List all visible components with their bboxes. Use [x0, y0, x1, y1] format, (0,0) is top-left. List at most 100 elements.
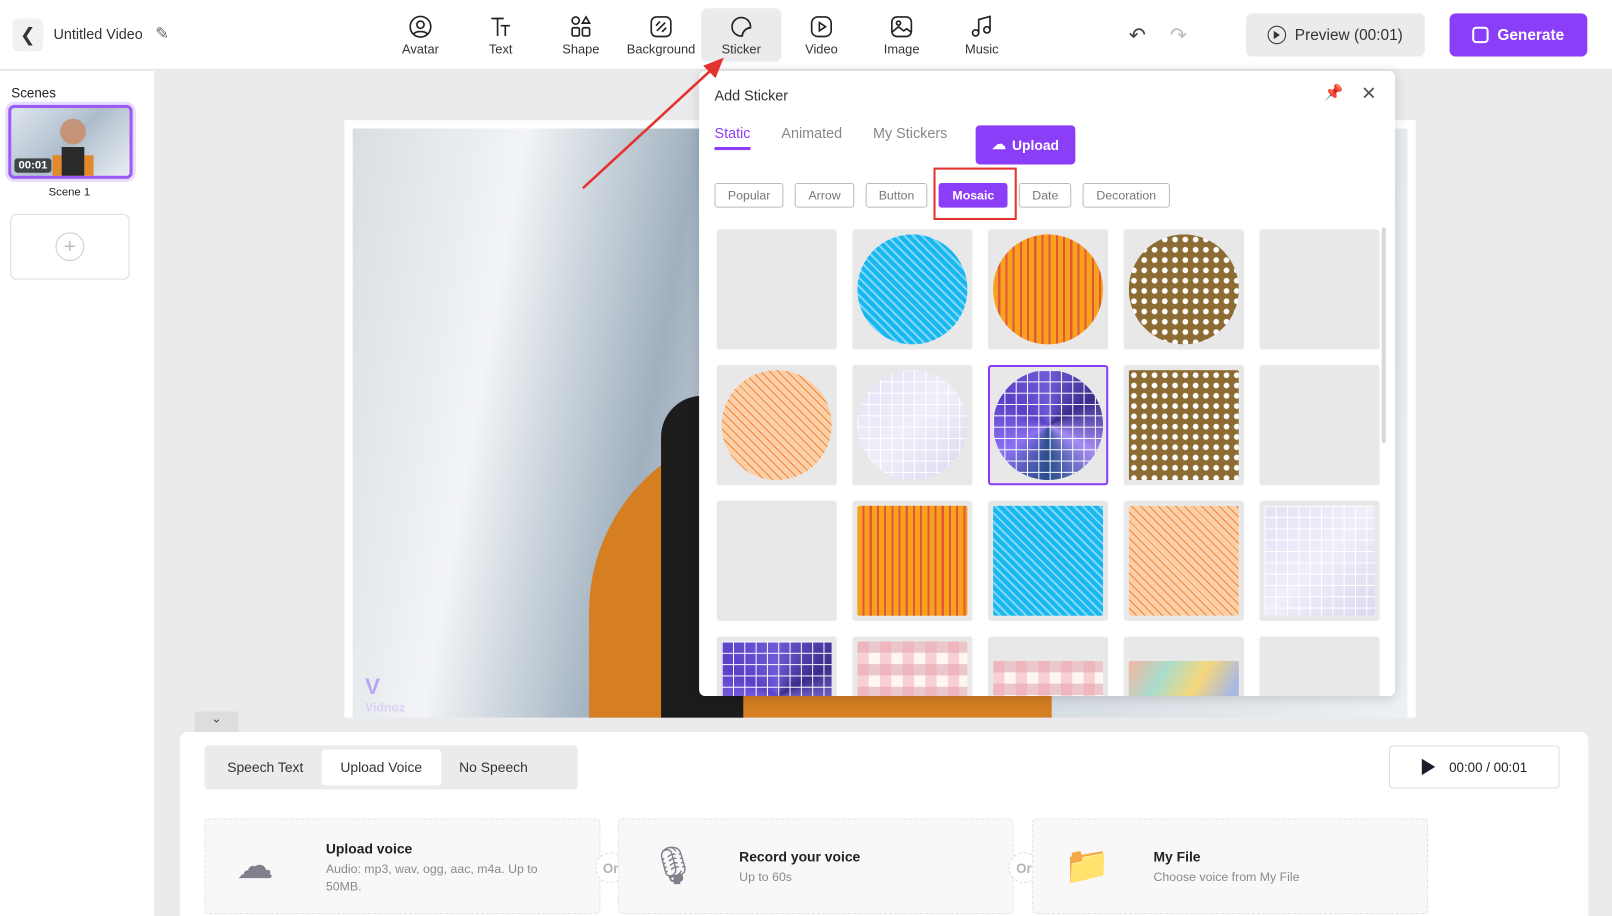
tab-no-speech[interactable]: No Speech: [441, 749, 547, 785]
text-icon: [491, 17, 510, 36]
sticker-icon: [731, 16, 752, 37]
sticker-item[interactable]: [1123, 229, 1244, 350]
sticker-item[interactable]: [1123, 500, 1244, 621]
option-title: Record your voice: [739, 849, 861, 865]
sticker-item[interactable]: [852, 636, 973, 696]
chevron-left-icon: ❮: [19, 24, 36, 45]
chip-arrow[interactable]: Arrow: [795, 182, 855, 208]
sticker-item[interactable]: [1259, 364, 1380, 486]
sticker-item[interactable]: [716, 364, 837, 486]
chip-date[interactable]: Date: [1018, 182, 1072, 208]
add-scene-button[interactable]: +: [10, 213, 130, 280]
pin-icon[interactable]: 📌: [1324, 83, 1343, 101]
sticker-pattern: [857, 234, 968, 345]
video-icon: [810, 15, 833, 37]
sticker-pattern: [993, 661, 1104, 696]
redo-icon[interactable]: ↷: [1170, 23, 1187, 49]
tool-shape[interactable]: Shape: [541, 8, 621, 61]
scrollbar[interactable]: [1381, 227, 1386, 444]
scene-thumbnail[interactable]: 00:01: [8, 104, 133, 179]
tool-avatar[interactable]: Avatar: [380, 8, 460, 61]
sticker-item[interactable]: [1123, 364, 1244, 486]
tab-upload-voice[interactable]: Upload Voice: [321, 749, 441, 786]
tool-sticker[interactable]: Sticker: [701, 8, 782, 62]
sticker-grid: [716, 229, 1381, 696]
option-title: Upload voice: [325, 840, 413, 857]
undo-icon[interactable]: ↶: [1129, 23, 1146, 49]
option-desc: Audio: mp3, wav, ogg, aac, m4a. Up to 50…: [325, 861, 538, 894]
sticker-pattern: [1128, 505, 1239, 616]
tool-label: Shape: [562, 41, 600, 57]
option-desc: Choose voice from My File: [1153, 869, 1300, 885]
generate-icon: [1472, 26, 1490, 44]
watermark-logo: V Vidnoz: [364, 673, 406, 715]
top-bar: ❮ Untitled Video ✎ Avatar Text Shape Bac…: [0, 0, 1612, 70]
sticker-pattern: [857, 505, 968, 616]
microphone-icon: 🎙: [649, 844, 697, 887]
sticker-pattern: [722, 234, 832, 344]
tool-background[interactable]: Background: [621, 8, 701, 61]
cloud-upload-icon: ☁: [991, 136, 1006, 153]
scenes-sidebar: Scenes 00:01 Scene 1 +: [0, 70, 156, 916]
tab-speech-text[interactable]: Speech Text: [209, 749, 322, 785]
sticker-item[interactable]: [1123, 636, 1244, 696]
scene-name: Scene 1: [48, 186, 91, 199]
sticker-item[interactable]: [852, 229, 973, 350]
option-title: My File: [1153, 849, 1201, 865]
tool-text[interactable]: Text: [461, 8, 541, 61]
sticker-pattern: [1128, 370, 1239, 481]
voice-panel: Speech Text Upload Voice No Speech 00:00…: [179, 731, 1589, 916]
sticker-item[interactable]: [987, 636, 1109, 696]
sticker-item[interactable]: [1259, 500, 1380, 621]
sticker-item[interactable]: [852, 364, 973, 486]
video-title[interactable]: Untitled Video: [53, 26, 142, 42]
speech-tabs: Speech Text Upload Voice No Speech: [204, 745, 578, 790]
audio-play-button[interactable]: 00:00 / 00:01: [1388, 745, 1560, 789]
chip-button[interactable]: Button: [865, 182, 928, 208]
sticker-pattern: [1128, 661, 1239, 696]
back-button[interactable]: ❮: [12, 18, 44, 52]
tool-music[interactable]: Music: [942, 8, 1022, 61]
toolbar: Avatar Text Shape Background Sticker Vid…: [380, 8, 1022, 62]
editor: ❮ Untitled Video ✎ Avatar Text Shape Bac…: [0, 0, 1612, 916]
sticker-item[interactable]: [716, 229, 837, 350]
plus-icon: +: [55, 232, 85, 262]
tool-video[interactable]: Video: [781, 8, 861, 61]
sticker-item[interactable]: [1259, 229, 1380, 350]
avatar-icon: [409, 15, 432, 38]
chip-decoration[interactable]: Decoration: [1083, 182, 1170, 208]
record-voice-option[interactable]: 🎙 Record your voice Up to 60s: [617, 818, 1014, 914]
edit-title-icon[interactable]: ✎: [155, 24, 169, 45]
sticker-pattern: [1265, 661, 1375, 696]
watermark-text: Vidnoz: [364, 700, 406, 715]
sticker-pattern: [993, 370, 1104, 481]
tool-label: Video: [805, 41, 838, 57]
upload-button[interactable]: ☁ Upload: [975, 125, 1076, 165]
close-icon[interactable]: ✕: [1361, 83, 1377, 105]
tool-image[interactable]: Image: [862, 8, 942, 61]
scene-preview-image: [52, 116, 94, 176]
tab-animated[interactable]: Animated: [781, 124, 842, 150]
sticker-item[interactable]: [987, 229, 1109, 350]
sticker-item[interactable]: [987, 500, 1109, 621]
add-sticker-panel: Add Sticker 📌 ✕ Static Animated My Stick…: [699, 70, 1396, 696]
sticker-item[interactable]: [852, 500, 973, 621]
tab-my-stickers[interactable]: My Stickers: [873, 124, 947, 150]
sticker-item[interactable]: [987, 364, 1109, 486]
my-file-option[interactable]: 📁 My File Choose voice from My File: [1032, 818, 1428, 914]
sticker-pattern: [721, 370, 832, 481]
sticker-item[interactable]: [716, 636, 837, 696]
background-icon: [650, 15, 672, 37]
audio-time: 00:00 / 00:01: [1449, 759, 1528, 775]
preview-button[interactable]: Preview (00:01): [1246, 13, 1425, 57]
sticker-pattern: [1264, 505, 1375, 616]
sticker-pattern: [857, 370, 968, 481]
collapse-button[interactable]: ⌄: [194, 711, 239, 732]
upload-voice-option[interactable]: ☁ Upload voice Audio: mp3, wav, ogg, aac, …: [204, 818, 601, 914]
generate-button[interactable]: Generate: [1449, 13, 1588, 57]
sticker-item[interactable]: [1259, 636, 1380, 696]
chip-popular[interactable]: Popular: [714, 182, 784, 208]
sticker-item[interactable]: [716, 500, 837, 621]
folder-icon: 📁: [1064, 844, 1111, 887]
tab-static[interactable]: Static: [714, 124, 751, 151]
